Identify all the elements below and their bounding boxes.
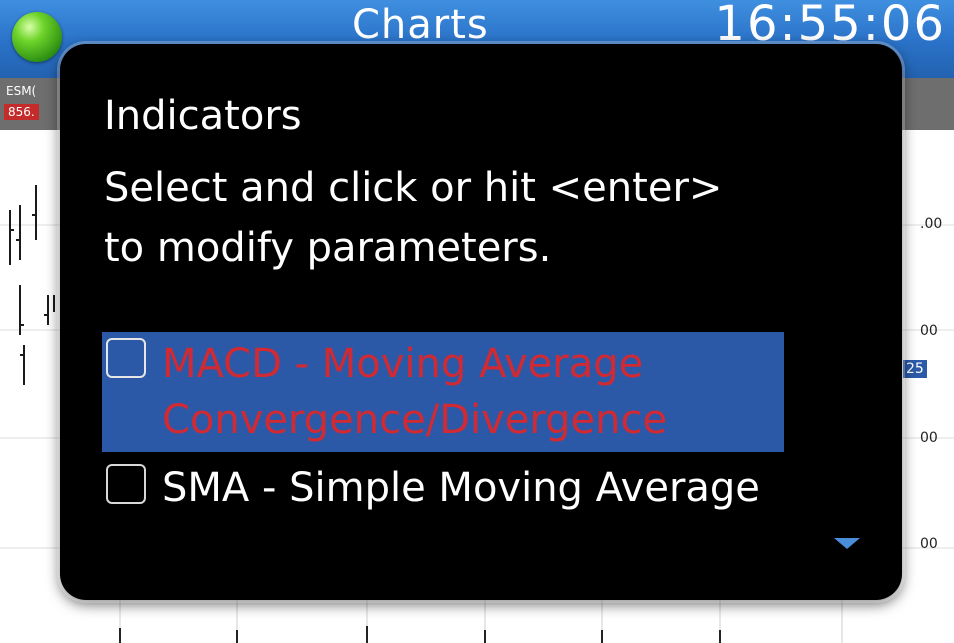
symbol-name[interactable]: ESM( <box>6 84 36 98</box>
indicators-dialog: Indicators Select and click or hit <ente… <box>60 44 902 600</box>
checkbox[interactable] <box>106 464 146 504</box>
price-label: .00 <box>920 216 942 232</box>
price-label: 00 <box>920 430 938 446</box>
last-price-tag: 25 <box>903 360 927 378</box>
app-title: Charts <box>352 2 489 48</box>
indicator-label: MACD - Moving Average Convergence/Diverg… <box>162 341 668 443</box>
price-bars <box>9 185 55 385</box>
dialog-title: Indicators <box>104 93 302 139</box>
indicator-option-macd[interactable]: MACD - Moving Average Convergence/Diverg… <box>102 332 784 452</box>
dialog-instructions: Select and click or hit <enter> to modif… <box>104 165 723 271</box>
symbol-price: 856. <box>4 104 39 120</box>
price-label: 00 <box>920 536 938 552</box>
indicator-option-sma[interactable]: SMA - Simple Moving Average <box>102 458 784 600</box>
indicator-label: SMA - Simple Moving Average <box>162 465 760 511</box>
checkbox[interactable] <box>106 338 146 378</box>
price-label: 00 <box>920 323 938 339</box>
status-led-icon <box>12 12 62 62</box>
scroll-down-icon[interactable] <box>834 538 860 549</box>
